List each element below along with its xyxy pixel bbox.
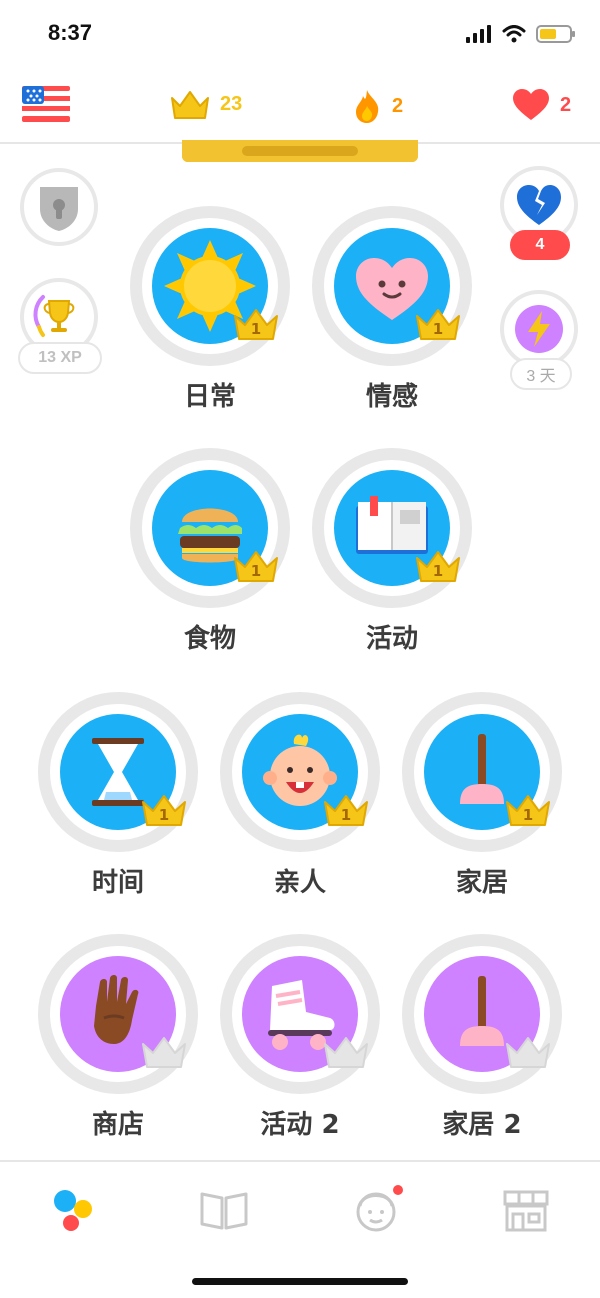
skill-label: 食物 xyxy=(183,624,236,654)
section-banner xyxy=(182,140,418,162)
skill-node-emotions[interactable]: 1 情感 xyxy=(312,206,472,412)
nav-profile[interactable] xyxy=(346,1182,406,1238)
skill-node-activities-2[interactable]: 活动 2 xyxy=(220,934,380,1140)
home-indicator xyxy=(192,1278,408,1285)
skill-node-home[interactable]: 1 家居 xyxy=(402,692,562,898)
shop-icon xyxy=(503,1190,549,1232)
status-icons xyxy=(466,24,576,44)
stories-icon xyxy=(200,1192,248,1230)
crown-level: 1 xyxy=(432,320,444,338)
crown-level: 1 xyxy=(522,806,534,824)
skill-node-time[interactable]: 1 时间 xyxy=(38,692,198,898)
skill-node-home-2[interactable]: 家居 2 xyxy=(402,934,562,1140)
crown-badge-icon xyxy=(324,1037,368,1068)
crown-badge-icon xyxy=(142,1037,186,1068)
skill-label: 日常 xyxy=(183,382,236,412)
skill-label: 情感 xyxy=(365,382,418,412)
streak-count: 2 xyxy=(392,94,404,117)
skill-label: 活动 2 xyxy=(260,1110,340,1140)
heart-icon xyxy=(513,89,549,120)
broken-heart-icon xyxy=(517,185,561,225)
us-flag-icon xyxy=(22,86,70,122)
skill-label: 亲人 xyxy=(273,868,326,898)
trophy-icon xyxy=(33,295,75,337)
bottom-nav xyxy=(0,1160,600,1254)
crown-icon xyxy=(171,91,209,119)
days-label: 3 天 xyxy=(510,358,572,390)
signal-icon xyxy=(466,25,491,43)
crown-badge-icon xyxy=(506,1037,550,1068)
crown-level: 1 xyxy=(250,562,262,580)
crown-level: 1 xyxy=(340,806,352,824)
hearts-stat[interactable]: 2 xyxy=(512,88,571,122)
nav-shop[interactable] xyxy=(496,1182,556,1238)
skill-label: 商店 xyxy=(91,1110,144,1140)
crowns-stat[interactable]: 23 xyxy=(170,88,242,120)
skill-label: 家居 xyxy=(455,868,508,898)
shield-lock-icon xyxy=(40,187,78,231)
lightning-icon xyxy=(515,305,563,353)
language-flag-button[interactable] xyxy=(22,86,70,122)
skill-node-shop[interactable]: 商店 xyxy=(38,934,198,1140)
wifi-icon xyxy=(502,25,526,43)
status-time: 8:37 xyxy=(48,20,93,45)
top-stats-bar: 23 2 2 xyxy=(0,70,600,144)
skill-label: 活动 xyxy=(365,624,418,654)
broken-hearts-count: 4 xyxy=(510,230,570,260)
crown-level: 1 xyxy=(432,562,444,580)
banner-ribbon xyxy=(182,140,418,162)
skill-node-daily[interactable]: 1 日常 xyxy=(130,206,290,412)
nav-stories[interactable] xyxy=(194,1182,254,1238)
skill-node-activities[interactable]: 1 活动 xyxy=(312,448,472,654)
skill-label: 家居 2 xyxy=(442,1110,522,1140)
skill-label: 时间 xyxy=(91,868,144,898)
learn-icon xyxy=(54,1190,92,1231)
streak-stat[interactable]: 2 xyxy=(352,88,403,124)
skill-node-food[interactable]: 1 食物 xyxy=(130,448,290,654)
xp-label: 13 XP xyxy=(18,342,102,374)
crown-level: 1 xyxy=(158,806,170,824)
crowns-count: 23 xyxy=(220,92,243,115)
locked-league-button[interactable] xyxy=(20,168,98,246)
profile-icon xyxy=(356,1185,403,1232)
skill-node-family[interactable]: 1 亲人 xyxy=(220,692,380,898)
hearts-count: 2 xyxy=(560,93,572,116)
crown-level: 1 xyxy=(250,320,262,338)
streak-freeze-button[interactable] xyxy=(500,290,578,368)
flame-icon xyxy=(356,90,379,123)
nav-learn[interactable] xyxy=(44,1182,104,1238)
battery-icon xyxy=(536,25,575,43)
